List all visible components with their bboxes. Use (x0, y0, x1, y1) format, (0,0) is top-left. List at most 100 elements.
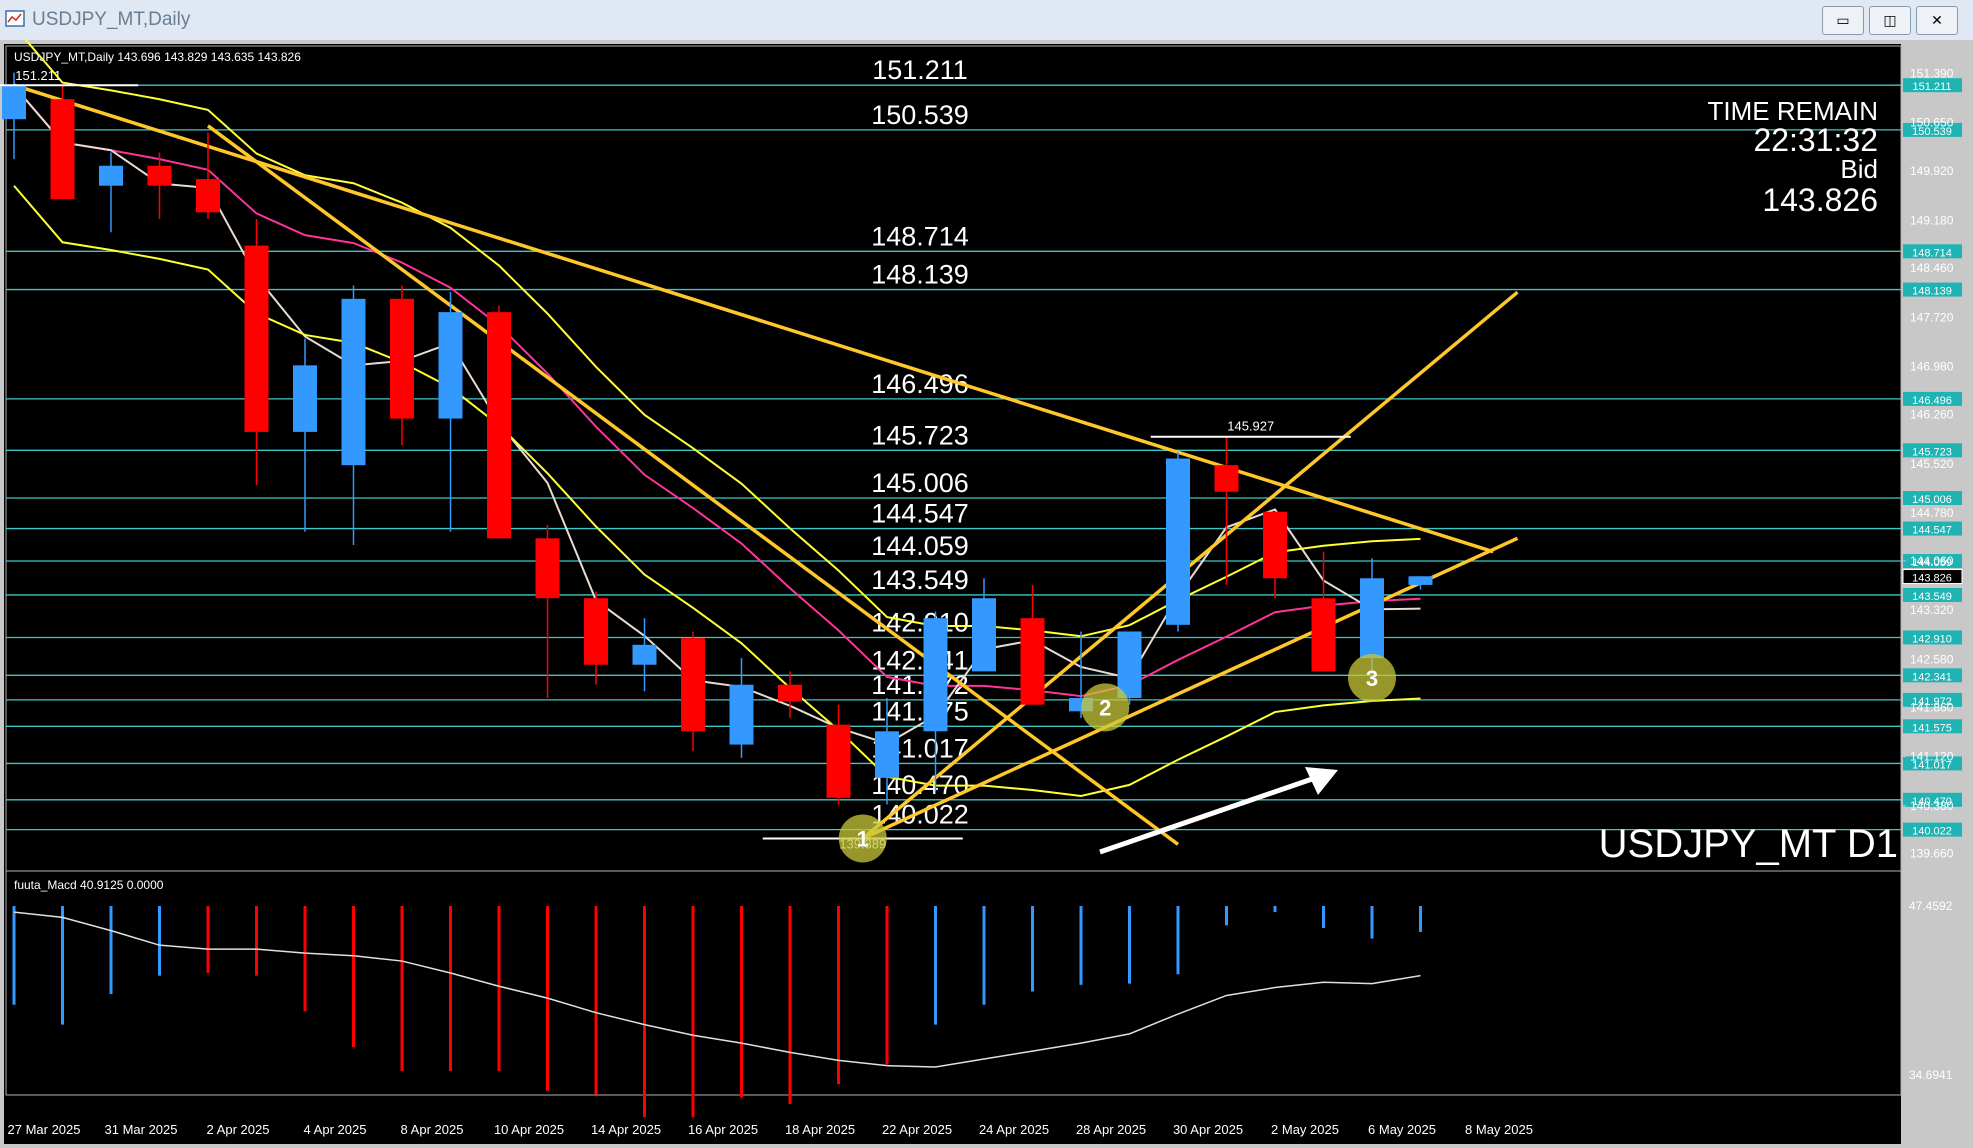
candle-bear (1214, 465, 1239, 492)
point-label: 1 (857, 826, 869, 851)
macd-y-label: 47.4592 (1909, 899, 1953, 913)
level-price-tag-text: 145.006 (1912, 494, 1952, 506)
candle-bear (1311, 598, 1336, 672)
y-tick-label: 145.520 (1910, 457, 1954, 471)
y-tick-label: 151.390 (1910, 66, 1954, 80)
candle-bull (729, 684, 754, 745)
x-tick-label: 6 May 2025 (1368, 1122, 1436, 1137)
candle-bear (535, 538, 560, 599)
price-chart[interactable]: 151.211 150.539 148.714 148.139 146.496 145.7… (0, 40, 1973, 1148)
x-tick-label: 27 Mar 2025 (8, 1122, 81, 1137)
x-tick-label: 10 Apr 2025 (494, 1122, 564, 1137)
level-label: 145.723 (871, 420, 969, 450)
y-tick-label: 139.660 (1910, 847, 1954, 861)
level-label: 141.575 (871, 696, 969, 726)
candle-bear (244, 245, 269, 432)
symbol-label: USDJPY_MT D1 (1599, 822, 1898, 866)
chart-window-icon (5, 10, 25, 27)
candle-bear (147, 165, 172, 186)
y-tick-label: 146.980 (1910, 360, 1954, 374)
bid-price-tag-text: 143.826 (1912, 573, 1952, 585)
level-label: 144.059 (871, 531, 969, 561)
level-label: 150.539 (871, 100, 969, 130)
candle-bear (826, 724, 851, 798)
y-tick-label: 149.920 (1910, 164, 1954, 178)
x-tick-label: 22 Apr 2025 (882, 1122, 952, 1137)
candle-bull (2, 85, 26, 120)
level-price-tag-text: 144.547 (1912, 525, 1952, 537)
time-remain-value: 22:31:32 (1753, 122, 1878, 158)
x-tick-label: 24 Apr 2025 (979, 1122, 1049, 1137)
candle-bear (1020, 618, 1045, 705)
x-tick-label: 30 Apr 2025 (1173, 1122, 1243, 1137)
bid-value: 143.826 (1762, 182, 1878, 218)
x-tick-label: 18 Apr 2025 (785, 1122, 855, 1137)
candle-bear (1263, 511, 1287, 579)
level-price-tag-text: 140.022 (1912, 826, 1952, 838)
level-price-tag-text: 148.714 (1912, 247, 1952, 259)
candle-bull (1408, 576, 1433, 585)
point-label: 3 (1366, 666, 1378, 691)
y-tick-label: 140.380 (1910, 799, 1954, 813)
swing-high-label: 151.211 (15, 68, 61, 83)
swing-label-145: 145.927 (1227, 419, 1274, 434)
macd-y-label: 34.6941 (1909, 1068, 1953, 1082)
y-tick-label: 141.860 (1910, 700, 1954, 714)
window-title: USDJPY_MT,Daily (32, 9, 191, 30)
candle-bear (390, 298, 414, 419)
level-label: 148.139 (871, 260, 969, 290)
y-tick-label: 146.260 (1910, 408, 1954, 422)
level-price-tag-text: 142.341 (1912, 671, 1952, 683)
candle-bear (487, 312, 511, 539)
restore-button[interactable]: ◫ (1869, 6, 1911, 35)
y-tick-label: 150.650 (1910, 116, 1954, 130)
y-tick-label: 143.320 (1910, 603, 1954, 617)
candle-bull (438, 312, 463, 419)
close-button[interactable]: ✕ (1916, 6, 1958, 35)
bid-label: Bid (1840, 154, 1878, 184)
y-tick-label: 144.060 (1910, 554, 1954, 568)
x-tick-label: 14 Apr 2025 (591, 1122, 661, 1137)
x-tick-label: 8 Apr 2025 (401, 1122, 464, 1137)
x-tick-label: 8 May 2025 (1465, 1122, 1533, 1137)
y-tick-label: 149.180 (1910, 213, 1954, 227)
x-tick-label: 2 May 2025 (1271, 1122, 1339, 1137)
candle-bull (875, 731, 899, 778)
level-price-tag-text: 141.575 (1912, 722, 1952, 734)
candle-bear (681, 638, 705, 732)
candle-bull (1360, 578, 1384, 659)
candle-bull (1166, 458, 1190, 625)
chart-header: USDJPY_MT,Daily 143.696 143.829 143.635 … (14, 50, 301, 64)
y-tick-label: 144.780 (1910, 506, 1954, 520)
candle-bull (341, 298, 366, 466)
level-price-tag-text: 146.496 (1912, 395, 1952, 407)
level-price-tag-text: 148.139 (1912, 286, 1952, 298)
level-price-tag-text: 143.549 (1912, 591, 1952, 603)
candle-bear (196, 179, 220, 213)
candle-bull (632, 644, 657, 665)
level-label: 148.714 (871, 221, 969, 251)
y-tick-label: 147.720 (1910, 310, 1954, 324)
level-label: 140.022 (871, 800, 969, 830)
level-label: 144.547 (871, 499, 969, 529)
level-label: 145.006 (871, 468, 969, 498)
x-tick-label: 16 Apr 2025 (688, 1122, 758, 1137)
window-titlebar: USDJPY_MT,Daily ▭ ◫ ✕ (0, 0, 1973, 41)
point-label: 2 (1099, 695, 1111, 720)
x-tick-label: 4 Apr 2025 (304, 1122, 367, 1137)
candle-bull (1117, 631, 1142, 699)
y-tick-label: 142.580 (1910, 652, 1954, 666)
macd-header: fuuta_Macd 40.9125 0.0000 (14, 878, 164, 892)
candle-bull (99, 165, 123, 186)
x-tick-label: 31 Mar 2025 (105, 1122, 178, 1137)
level-label: 143.549 (871, 565, 969, 595)
y-tick-label: 141.120 (1910, 750, 1954, 764)
level-label: 151.211 (872, 55, 968, 85)
level-price-tag-text: 151.211 (1913, 81, 1952, 93)
candle-bull (923, 618, 948, 732)
x-tick-label: 28 Apr 2025 (1076, 1122, 1146, 1137)
y-tick-label: 148.460 (1910, 261, 1954, 275)
level-label: 146.496 (871, 369, 969, 399)
level-price-tag-text: 142.910 (1912, 633, 1952, 645)
minimize-button[interactable]: ▭ (1822, 6, 1864, 35)
